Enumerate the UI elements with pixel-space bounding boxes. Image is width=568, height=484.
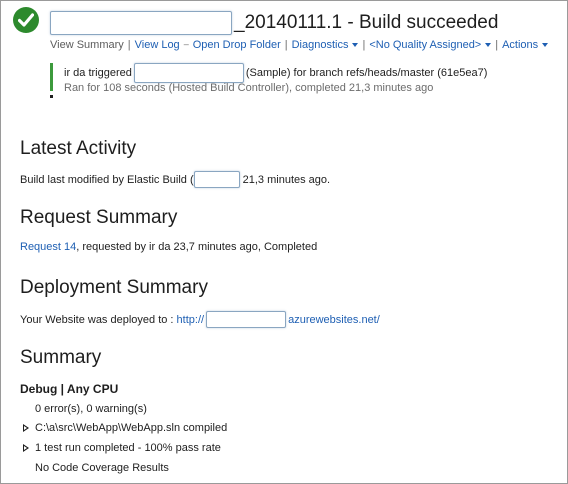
- open-drop-folder-link[interactable]: Open Drop Folder: [193, 39, 281, 51]
- view-summary-link[interactable]: View Summary: [50, 39, 124, 51]
- diagnostics-label: Diagnostics: [291, 39, 349, 51]
- diagnostics-menu[interactable]: Diagnostics: [292, 39, 359, 51]
- latest-activity-text: Build last modified by Elastic Build ( 2…: [20, 171, 330, 188]
- build-title: _20140111.1 - Build succeeded: [50, 7, 498, 35]
- summary-heading: Summary: [20, 347, 102, 368]
- deployment-url-suffix: azurewebsites.net/: [288, 313, 380, 326]
- request-summary-heading: Request Summary: [20, 207, 178, 228]
- chevron-down-icon: [352, 43, 359, 47]
- request-details: , requested by ir da 23,7 minutes ago, C…: [76, 241, 318, 253]
- compiled-text: C:\a\src\WebApp\WebApp.sln compiled: [35, 422, 228, 434]
- deployment-url-prefix: http://: [176, 313, 205, 326]
- deployment-summary-text: Your Website was deployed to : http:// a…: [20, 311, 380, 328]
- test-run-text: 1 test run completed - 100% pass rate: [35, 442, 221, 454]
- build-succeeded-icon: [13, 7, 39, 33]
- trigger-prefix: ir da triggered: [64, 67, 132, 79]
- actions-menu[interactable]: Actions: [502, 39, 549, 51]
- toolbar-separator: |: [127, 39, 131, 51]
- view-log-link[interactable]: View Log: [135, 39, 180, 51]
- chevron-down-icon: [542, 43, 549, 47]
- deployment-url-link[interactable]: http:// azurewebsites.net/: [177, 311, 380, 328]
- quality-label: <No Quality Assigned>: [369, 39, 482, 51]
- chevron-down-icon: [485, 43, 492, 47]
- latest-activity-prefix: Build last modified by Elastic Build (: [20, 173, 194, 186]
- compiled-row[interactable]: C:\a\src\WebApp\WebApp.sln compiled: [23, 422, 227, 434]
- build-definition-name-redacted: [50, 11, 232, 35]
- errors-warnings-text: 0 error(s), 0 warning(s): [35, 403, 147, 415]
- request-link[interactable]: Request 14: [20, 241, 76, 253]
- build-title-text: _20140111.1 - Build succeeded: [234, 12, 499, 33]
- actions-label: Actions: [502, 39, 539, 51]
- build-status-bar: [50, 63, 53, 91]
- expand-triangle-icon[interactable]: [23, 424, 29, 432]
- latest-activity-suffix: 21,3 minutes ago.: [242, 173, 331, 186]
- build-definition-link-redacted[interactable]: [133, 63, 244, 83]
- code-coverage-text: No Code Coverage Results: [35, 462, 169, 474]
- trigger-suffix: (Sample) for branch refs/heads/master (6…: [245, 67, 488, 79]
- expand-triangle-icon[interactable]: [23, 444, 29, 452]
- user-name-redacted: [193, 171, 240, 188]
- build-duration-info: Ran for 108 seconds (Hosted Build Contro…: [64, 82, 434, 94]
- deployment-text: Your Website was deployed to :: [20, 313, 177, 326]
- request-summary-text: Request 14 , requested by ir da 23,7 min…: [20, 241, 317, 253]
- deployment-summary-heading: Deployment Summary: [20, 277, 208, 298]
- build-configuration: Debug | Any CPU: [20, 382, 119, 396]
- test-run-row[interactable]: 1 test run completed - 100% pass rate: [23, 442, 221, 454]
- toolbar-separator: |: [495, 39, 499, 51]
- website-name-redacted: [206, 311, 287, 328]
- toolbar-separator: |: [362, 39, 366, 51]
- build-trigger-info: ir da triggered (Sample) for branch refs…: [64, 63, 487, 83]
- quality-menu[interactable]: <No Quality Assigned>: [369, 39, 492, 51]
- status-marker: [50, 95, 53, 98]
- toolbar-separator: |: [284, 39, 288, 51]
- toolbar-dash: –: [183, 39, 189, 49]
- build-toolbar: View Summary | View Log – Open Drop Fold…: [50, 39, 549, 51]
- latest-activity-heading: Latest Activity: [20, 138, 137, 159]
